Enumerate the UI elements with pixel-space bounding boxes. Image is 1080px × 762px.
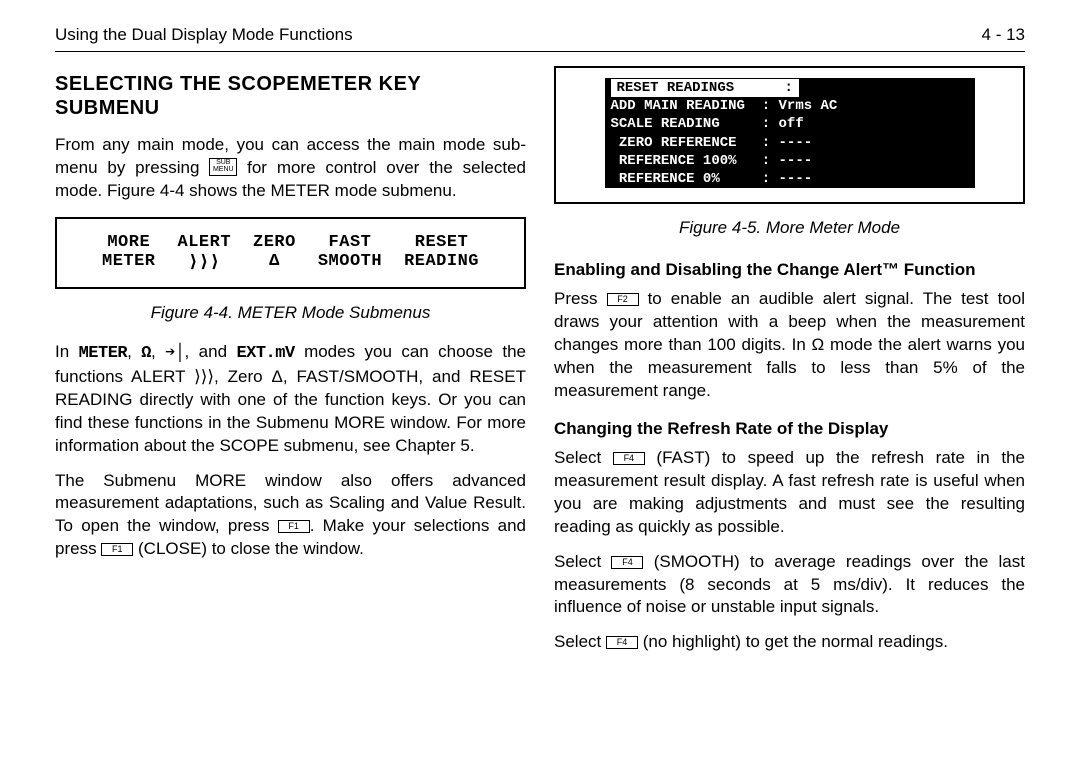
- page-header: Using the Dual Display Mode Functions 4 …: [55, 25, 1025, 52]
- fig5-line-scale: SCALE READING : off: [605, 115, 975, 133]
- figure-4-5-caption: Figure 4-5. More Meter Mode: [554, 218, 1025, 238]
- extmv-mode-icon: EXT.mV: [236, 344, 294, 363]
- section-heading: SELECTING THE SCOPEMETER KEY SUBMENU: [55, 72, 526, 120]
- f4-key-icon: F4: [611, 556, 643, 569]
- fig5-line-zero: ZERO REFERENCE : ----: [605, 134, 975, 152]
- content-columns: SELECTING THE SCOPEMETER KEY SUBMENU Fro…: [55, 66, 1025, 732]
- paragraph-modes: In METER, Ω, ➔│, and EXT.mV modes you ca…: [55, 341, 526, 458]
- paragraph-more-window: The Submenu MORE window also offers adva…: [55, 470, 526, 562]
- figure-4-5-screen: RESET READINGS : ADD MAIN READING : Vrms…: [605, 78, 975, 188]
- paragraph-intro: From any main mode, you can access the m…: [55, 134, 526, 203]
- fig5-line-add: ADD MAIN READING : Vrms AC: [605, 97, 975, 115]
- fig5-line-ref0: REFERENCE 0% : ----: [605, 170, 975, 188]
- f2-key-icon: F2: [607, 293, 639, 306]
- header-right: 4 - 13: [982, 25, 1025, 45]
- figure-4-5-box: RESET READINGS : ADD MAIN READING : Vrms…: [554, 66, 1025, 204]
- paragraph-nohighlight: Select F4 (no highlight) to get the norm…: [554, 631, 1025, 654]
- left-column: SELECTING THE SCOPEMETER KEY SUBMENU Fro…: [55, 66, 526, 732]
- right-column: RESET READINGS : ADD MAIN READING : Vrms…: [554, 66, 1025, 732]
- figure-4-4-menu: MOREMETER ALERT⟩⟩⟩ ZEROΔ FASTSMOOTH RESE…: [67, 233, 514, 273]
- subhead-refresh: Changing the Refresh Rate of the Display: [554, 419, 1025, 439]
- sub-menu-key-icon: SUBMENU: [209, 158, 237, 175]
- ohm-mode-icon: Ω: [141, 344, 151, 363]
- figure-4-4-caption: Figure 4-4. METER Mode Submenus: [55, 303, 526, 323]
- page: Using the Dual Display Mode Functions 4 …: [0, 0, 1080, 762]
- header-left: Using the Dual Display Mode Functions: [55, 25, 353, 45]
- meter-mode-icon: METER: [79, 344, 128, 363]
- fig5-line-ref100: REFERENCE 100% : ----: [605, 152, 975, 170]
- figure-4-4-box: MOREMETER ALERT⟩⟩⟩ ZEROΔ FASTSMOOTH RESE…: [55, 217, 526, 289]
- paragraph-smooth: Select F4 (SMOOTH) to average readings o…: [554, 551, 1025, 620]
- f1-key-icon: F1: [278, 520, 310, 533]
- diode-mode-icon: ➔│: [165, 344, 184, 363]
- paragraph-alert: Press F2 to enable an audible alert sign…: [554, 288, 1025, 403]
- f1-key-icon: F1: [101, 543, 133, 556]
- f4-key-icon: F4: [613, 452, 645, 465]
- paragraph-fast: Select F4 (FAST) to speed up the refresh…: [554, 447, 1025, 539]
- subhead-alert: Enabling and Disabling the Change Alert™…: [554, 260, 1025, 280]
- fig5-line-reset: RESET READINGS :: [611, 79, 799, 97]
- f4-key-icon: F4: [606, 636, 638, 649]
